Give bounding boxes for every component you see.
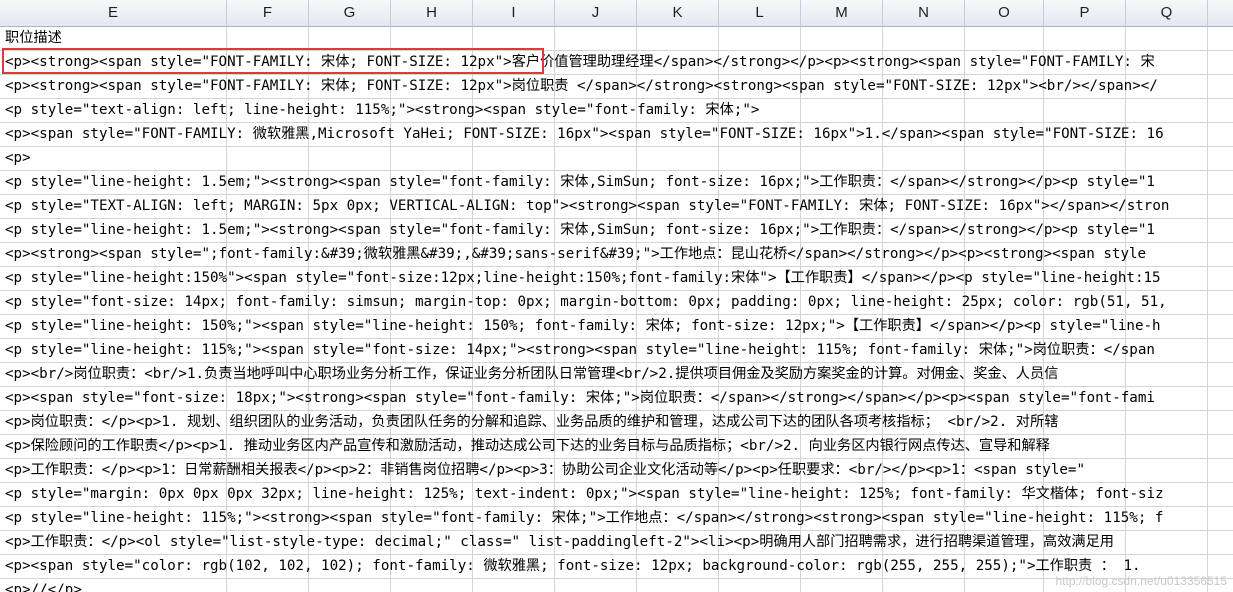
column-header-g[interactable]: G xyxy=(309,0,391,26)
cell-row[interactable]: <p>工作职责：</p><p>1：日常薪酬相关报表</p><p>2：非销售岗位招… xyxy=(0,459,1233,483)
cell-row[interactable]: <p><span style="color: rgb(102, 102, 102… xyxy=(0,555,1233,579)
cell-row[interactable]: <p><span style="font-size: 18px;"><stron… xyxy=(0,387,1233,411)
cell-text: <p style="line-height: 150%;"><span styl… xyxy=(5,318,1161,334)
cell-row[interactable]: <p><br/>岗位职责：<br/>1.负责当地呼叫中心职场业务分析工作，保证业… xyxy=(0,363,1233,387)
column-header-e[interactable]: E xyxy=(0,0,227,26)
cell-text: <p><strong><span style="FONT-FAMILY: 宋体;… xyxy=(5,78,1158,94)
column-header-bar: E F G H I J K L M N O P Q xyxy=(0,0,1233,27)
column-header-l[interactable]: L xyxy=(719,0,801,26)
cell-text: <p style="line-height: 115%;"><span styl… xyxy=(5,342,1155,358)
cell-row[interactable]: <p>岗位职责：</p><p>1. 规划、组织团队的业务活动，负责团队任务的分解… xyxy=(0,411,1233,435)
cell-text: 职位描述 xyxy=(5,30,62,46)
cell-row[interactable]: <p style="line-height: 115%;"><strong><s… xyxy=(0,507,1233,531)
cell-text: <p style="line-height: 1.5em;"><strong><… xyxy=(5,222,1155,238)
cell-row[interactable]: <p style="line-height: 1.5em;"><strong><… xyxy=(0,219,1233,243)
cell-row[interactable]: <p style="line-height: 150%;"><span styl… xyxy=(0,315,1233,339)
cell-row[interactable]: <p style="line-height: 1.5em;"><strong><… xyxy=(0,171,1233,195)
cell-row[interactable]: <p><strong><span style="FONT-FAMILY: 宋体;… xyxy=(0,75,1233,99)
cell-row[interactable]: <p><span style="FONT-FAMILY: 微软雅黑,Micros… xyxy=(0,123,1233,147)
column-header-k[interactable]: K xyxy=(637,0,719,26)
column-header-i[interactable]: I xyxy=(473,0,555,26)
cell-text: <p style="text-align: left; line-height:… xyxy=(5,102,760,118)
cell-row[interactable]: <p><strong><span style="FONT-FAMILY: 宋体;… xyxy=(0,51,1233,75)
cell-text: <p style="line-height: 1.5em;"><strong><… xyxy=(5,174,1155,190)
cell-text: <p>工作职责：</p><p>1：日常薪酬相关报表</p><p>2：非销售岗位招… xyxy=(5,462,1085,478)
column-header-f[interactable]: F xyxy=(227,0,309,26)
watermark: http://blog.csdn.net/u013356515 xyxy=(1055,574,1227,588)
cell-row[interactable]: <p>保险顾问的工作职责</p><p>1. 推动业务区内产品宣传和激励活动，推动… xyxy=(0,435,1233,459)
cell-row[interactable]: <p style="line-height:150%"><span style=… xyxy=(0,267,1233,291)
cell-row[interactable]: <p style="font-size: 14px; font-family: … xyxy=(0,291,1233,315)
cell-grid: 职位描述 <p><strong><span style="FONT-FAMILY… xyxy=(0,27,1233,592)
cell-text: <p> xyxy=(5,150,31,166)
cell-text: <p><strong><span style=";font-family:&#3… xyxy=(5,246,1147,262)
cell-row[interactable]: <p style="text-align: left; line-height:… xyxy=(0,99,1233,123)
column-header-p[interactable]: P xyxy=(1044,0,1126,26)
cell-row[interactable]: <p>//</p> xyxy=(0,579,1233,592)
column-header-o[interactable]: O xyxy=(965,0,1044,26)
cell-row[interactable]: <p>工作职责：</p><ol style="list-style-type: … xyxy=(0,531,1233,555)
cell-row[interactable]: <p style="line-height: 115%;"><span styl… xyxy=(0,339,1233,363)
cell-text: <p style="margin: 0px 0px 0px 32px; line… xyxy=(5,486,1164,502)
cell-text: <p>岗位职责：</p><p>1. 规划、组织团队的业务活动，负责团队任务的分解… xyxy=(5,414,1059,430)
cell-text: <p><strong><span style="FONT-FAMILY: 宋体;… xyxy=(5,54,1155,70)
cell-text: <p style="line-height:150%"><span style=… xyxy=(5,270,1161,286)
column-header-h[interactable]: H xyxy=(391,0,473,26)
cell-text: <p>保险顾问的工作职责</p><p>1. 推动业务区内产品宣传和激励活动，推动… xyxy=(5,438,1050,454)
cell-text: <p>工作职责：</p><ol style="list-style-type: … xyxy=(5,534,1114,550)
cell-text: <p><span style="color: rgb(102, 102, 102… xyxy=(5,558,1141,574)
cell-text: <p style="line-height: 115%;"><strong><s… xyxy=(5,510,1164,526)
cell-text: <p style="font-size: 14px; font-family: … xyxy=(5,294,1167,310)
cell-row[interactable]: <p style="TEXT-ALIGN: left; MARGIN: 5px … xyxy=(0,195,1233,219)
cell-row[interactable]: 职位描述 xyxy=(0,27,1233,51)
cell-row[interactable]: <p><strong><span style=";font-family:&#3… xyxy=(0,243,1233,267)
column-header-q[interactable]: Q xyxy=(1126,0,1208,26)
cell-text: <p>//</p> xyxy=(5,582,82,592)
cell-row[interactable]: <p> xyxy=(0,147,1233,171)
cell-text: <p><span style="FONT-FAMILY: 微软雅黑,Micros… xyxy=(5,126,1164,142)
column-header-m[interactable]: M xyxy=(801,0,883,26)
cell-text: <p><span style="font-size: 18px;"><stron… xyxy=(5,390,1155,406)
cell-text: <p><br/>岗位职责：<br/>1.负责当地呼叫中心职场业务分析工作，保证业… xyxy=(5,366,1059,382)
cell-row[interactable]: <p style="margin: 0px 0px 0px 32px; line… xyxy=(0,483,1233,507)
column-header-j[interactable]: J xyxy=(555,0,637,26)
column-header-n[interactable]: N xyxy=(883,0,965,26)
cell-text: <p style="TEXT-ALIGN: left; MARGIN: 5px … xyxy=(5,198,1170,214)
